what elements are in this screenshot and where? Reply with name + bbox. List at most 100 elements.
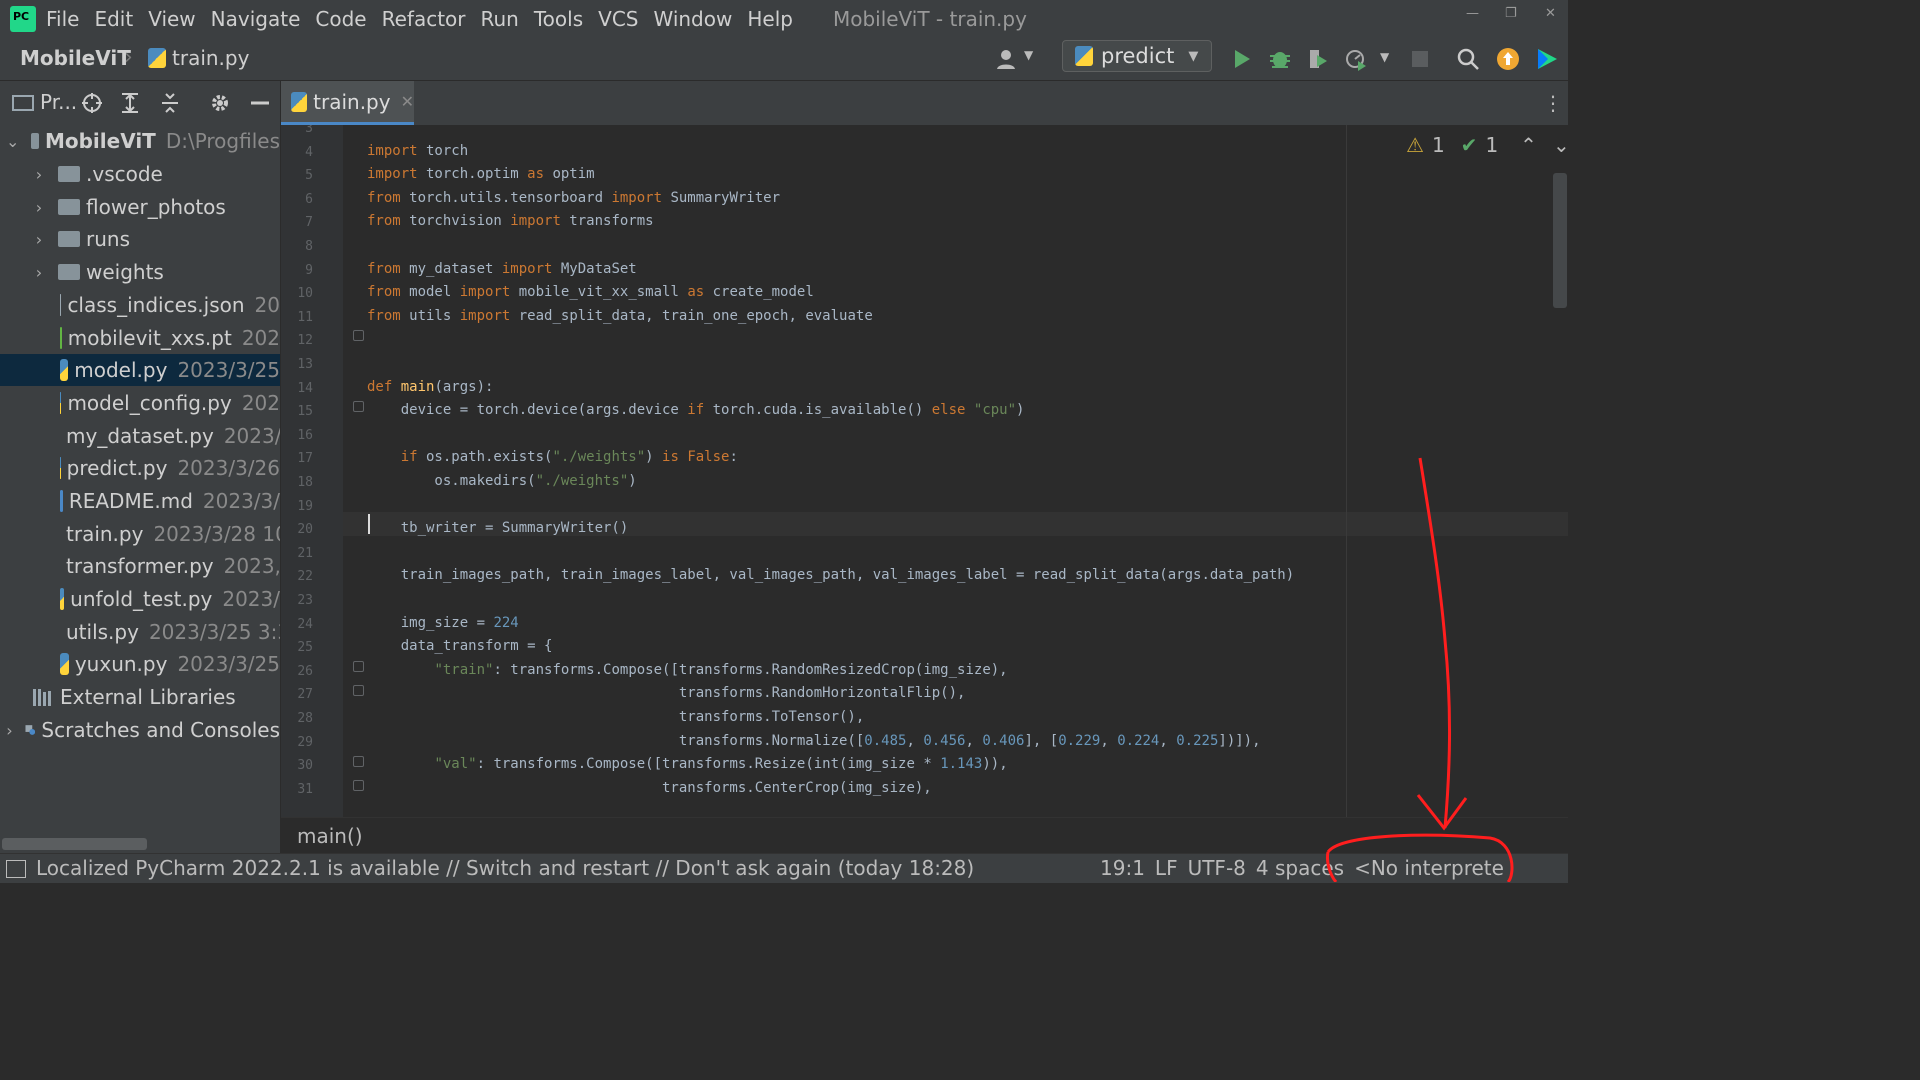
fold-marker-icon[interactable] [353,401,364,412]
chevron-right-icon[interactable]: › [32,165,46,184]
chevron-right-icon[interactable]: › [6,721,13,740]
caret-position[interactable]: 19:1 [1100,856,1145,880]
right-margin-guide [1346,125,1347,817]
menu-file[interactable]: File [46,7,79,31]
profile-icon[interactable] [1344,47,1368,71]
tree-item-file-selected[interactable]: model.py 2023/3/25 [0,354,280,386]
tree-item-label: unfold_test.py [70,587,213,611]
tree-item-external-libraries[interactable]: External Libraries [0,681,280,713]
menu-run[interactable]: Run [481,7,519,31]
breadcrumb-file[interactable]: train.py [148,46,249,70]
project-tree: ⌄ MobileViT D:\Progfiles › .vscode › flo… [0,125,280,853]
close-window-icon[interactable]: ✕ [1545,6,1556,21]
breadcrumb-project[interactable]: MobileViT [20,46,131,70]
expand-all-icon[interactable] [118,91,142,115]
python-file-icon [60,457,61,479]
code-line: import torch [367,142,469,159]
menu-code[interactable]: Code [315,7,366,31]
tree-item-scratches[interactable]: › Scratches and Consoles [0,714,280,746]
locate-icon[interactable] [80,91,104,115]
menu-refactor[interactable]: Refactor [382,7,466,31]
tree-item-file[interactable]: model_config.py 202 [0,387,280,419]
update-icon[interactable] [1496,47,1520,71]
tree-item-file[interactable]: class_indices.json 20 [0,289,280,321]
tree-item-file[interactable]: train.py 2023/3/28 10 [0,518,280,550]
tree-item-folder[interactable]: › runs [0,223,280,255]
tree-item-folder[interactable]: › .vscode [0,158,280,190]
menu-vcs[interactable]: VCS [598,7,638,31]
menu-view[interactable]: View [148,7,195,31]
tree-item-file[interactable]: my_dataset.py 2023/ [0,420,280,452]
file-encoding[interactable]: UTF-8 [1188,856,1246,880]
line-number: 28 [297,711,313,726]
chevron-right-icon[interactable]: › [32,230,46,249]
chevron-down-icon[interactable]: ▼ [1024,48,1033,62]
menu-edit[interactable]: Edit [94,7,133,31]
chevron-down-icon[interactable]: ⌄ [6,132,19,151]
code-line: from model import mobile_vit_xx_small as… [367,284,814,301]
stop-icon[interactable] [1408,47,1432,71]
fold-marker-icon[interactable] [353,685,364,696]
restore-icon[interactable]: ❐ [1505,6,1517,21]
chevron-right-icon[interactable]: › [32,263,46,282]
run-icon[interactable] [1230,47,1254,71]
gear-icon[interactable] [208,91,232,115]
run-configuration-select[interactable]: predict ▼ [1062,40,1212,72]
project-view-label[interactable]: Pr... [40,90,77,114]
line-number: 4 [305,144,313,160]
vertical-scrollbar[interactable] [1553,173,1567,308]
jetbrains-toolbox-icon[interactable] [1535,47,1559,71]
tree-item-label: External Libraries [60,685,236,709]
hide-icon[interactable] [248,91,272,115]
line-number: 23 [297,593,313,608]
project-view-icon[interactable] [12,95,34,111]
chevron-up-icon[interactable]: ⌃ [1520,133,1537,157]
breadcrumb-function[interactable]: main() [297,824,363,848]
coverage-icon[interactable] [1306,47,1330,71]
chevron-right-icon[interactable]: › [32,198,46,217]
python-file-icon [60,653,69,675]
debug-icon[interactable] [1268,47,1292,71]
tree-item-folder[interactable]: › flower_photos [0,191,280,223]
chevron-down-icon[interactable]: ⌄ [1553,133,1568,157]
tool-window-toggle-icon[interactable] [6,860,26,878]
chevron-down-icon[interactable]: ▼ [1380,50,1389,64]
menu-help[interactable]: Help [747,7,793,31]
tree-item-label: flower_photos [86,195,226,219]
close-icon[interactable]: ✕ [401,92,414,111]
minimize-icon[interactable]: — [1466,6,1479,21]
tree-item-file[interactable]: yuxun.py 2023/3/25 [0,648,280,680]
line-number: 16 [297,427,313,443]
fold-marker-icon[interactable] [353,661,364,672]
tree-item-file[interactable]: unfold_test.py 2023/ [0,583,280,615]
interpreter-selector[interactable]: <No interprete [1354,856,1504,880]
tree-item-folder[interactable]: › weights [0,256,280,288]
python-file-icon [60,588,65,610]
collapse-all-icon[interactable] [158,91,182,115]
inspection-widget[interactable]: ⚠ 1 ✔ 1 ⌃ ⌄ [1406,133,1568,157]
tree-item-file[interactable]: README.md 2023/3/ [0,485,280,517]
menu-window[interactable]: Window [653,7,732,31]
tree-item-date: 202 [241,391,280,415]
tree-item-root[interactable]: ⌄ MobileViT D:\Progfiles [0,125,280,157]
fold-marker-icon[interactable] [353,330,364,341]
tree-item-label: MobileViT [44,129,156,153]
tab-train-py[interactable]: train.py ✕ [281,81,414,125]
code-editor[interactable]: 3 4 import torch 5 import torch.optim as opt… [281,125,1568,817]
tree-item-file[interactable]: transformer.py 2023, [0,550,280,582]
fold-marker-icon[interactable] [353,756,364,767]
tree-item-file[interactable]: utils.py 2023/3/25 3:3 [0,616,280,648]
tree-item-label: predict.py [66,456,168,480]
tree-item-file[interactable]: predict.py 2023/3/26 [0,452,280,484]
indent-setting[interactable]: 4 spaces [1256,856,1344,880]
line-separator[interactable]: LF [1155,856,1178,880]
status-message[interactable]: Localized PyCharm 2022.2.1 is available … [36,856,974,880]
more-options-icon[interactable]: ⋮ [1543,91,1563,115]
horizontal-scrollbar[interactable] [2,838,147,850]
tree-item-file[interactable]: mobilevit_xxs.pt 202 [0,322,280,354]
fold-marker-icon[interactable] [353,780,364,791]
menu-tools[interactable]: Tools [534,7,583,31]
menu-navigate[interactable]: Navigate [211,7,301,31]
search-icon[interactable] [1456,47,1480,71]
user-icon[interactable] [996,47,1020,71]
